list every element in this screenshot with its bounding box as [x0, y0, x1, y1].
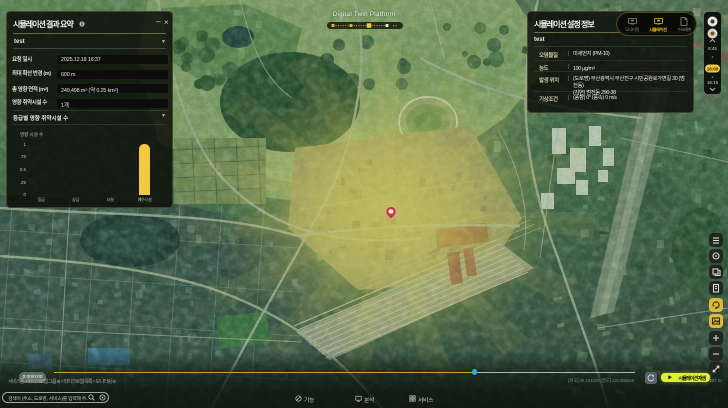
svg-text:8:45: 8:45 — [708, 46, 717, 51]
svg-text:16:15: 16:15 — [707, 80, 719, 85]
svg-text:16:00: 16:00 — [707, 67, 719, 72]
